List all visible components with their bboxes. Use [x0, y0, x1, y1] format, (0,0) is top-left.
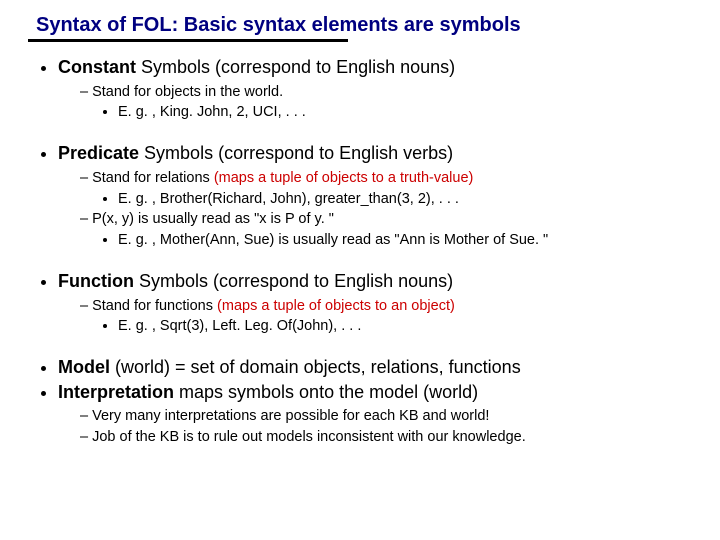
bullet-constant: Constant Symbols (correspond to English … [58, 56, 692, 122]
predicate-sub1-red: (maps a tuple of objects to a truth-valu… [214, 170, 474, 186]
constant-sub1: Stand for objects in the world. E. g. , … [80, 83, 692, 123]
bullet-function: Function Symbols (correspond to English … [58, 270, 692, 336]
constant-sub1-text: Stand for objects in the world. [92, 84, 283, 100]
interpretation-bold: Interpretation [58, 382, 174, 402]
predicate-eg1: E. g. , Brother(Richard, John), greater_… [118, 190, 692, 209]
constant-eg: E. g. , King. John, 2, UCI, . . . [118, 103, 692, 122]
title-underline [28, 39, 348, 42]
function-sub1: Stand for functions (maps a tuple of obj… [80, 297, 692, 337]
predicate-eg2: E. g. , Mother(Ann, Sue) is usually read… [118, 231, 692, 250]
model-rest: (world) = set of domain objects, relatio… [110, 357, 521, 377]
interp-sub2: Job of the KB is to rule out models inco… [80, 428, 692, 447]
interp-sub1: Very many interpretations are possible f… [80, 407, 692, 426]
constant-rest: Symbols (correspond to English nouns) [136, 57, 455, 77]
predicate-sub2-text: P(x, y) is usually read as "x is P of y.… [92, 211, 334, 227]
slide-title: Syntax of FOL: Basic syntax elements are… [36, 14, 692, 37]
function-bold: Function [58, 271, 134, 291]
interp-sub2-text: Job of the KB is to rule out models inco… [92, 429, 526, 445]
predicate-sub1: Stand for relations (maps a tuple of obj… [80, 169, 692, 209]
function-sub1-red: (maps a tuple of objects to an object) [217, 298, 455, 314]
bullet-predicate: Predicate Symbols (correspond to English… [58, 142, 692, 250]
constant-bold: Constant [58, 57, 136, 77]
predicate-sub2: P(x, y) is usually read as "x is P of y.… [80, 210, 692, 250]
predicate-bold: Predicate [58, 143, 139, 163]
bullet-interpretation: Interpretation maps symbols onto the mod… [58, 381, 692, 447]
predicate-sub1-text: Stand for relations [92, 170, 214, 186]
function-sub1-text: Stand for functions [92, 298, 217, 314]
model-bold: Model [58, 357, 110, 377]
function-eg: E. g. , Sqrt(3), Left. Leg. Of(John), . … [118, 317, 692, 336]
function-rest: Symbols (correspond to English nouns) [134, 271, 453, 291]
bullet-model: Model (world) = set of domain objects, r… [58, 356, 692, 379]
interp-sub1-text: Very many interpretations are possible f… [92, 408, 489, 424]
predicate-rest: Symbols (correspond to English verbs) [139, 143, 453, 163]
interpretation-rest: maps symbols onto the model (world) [174, 382, 478, 402]
